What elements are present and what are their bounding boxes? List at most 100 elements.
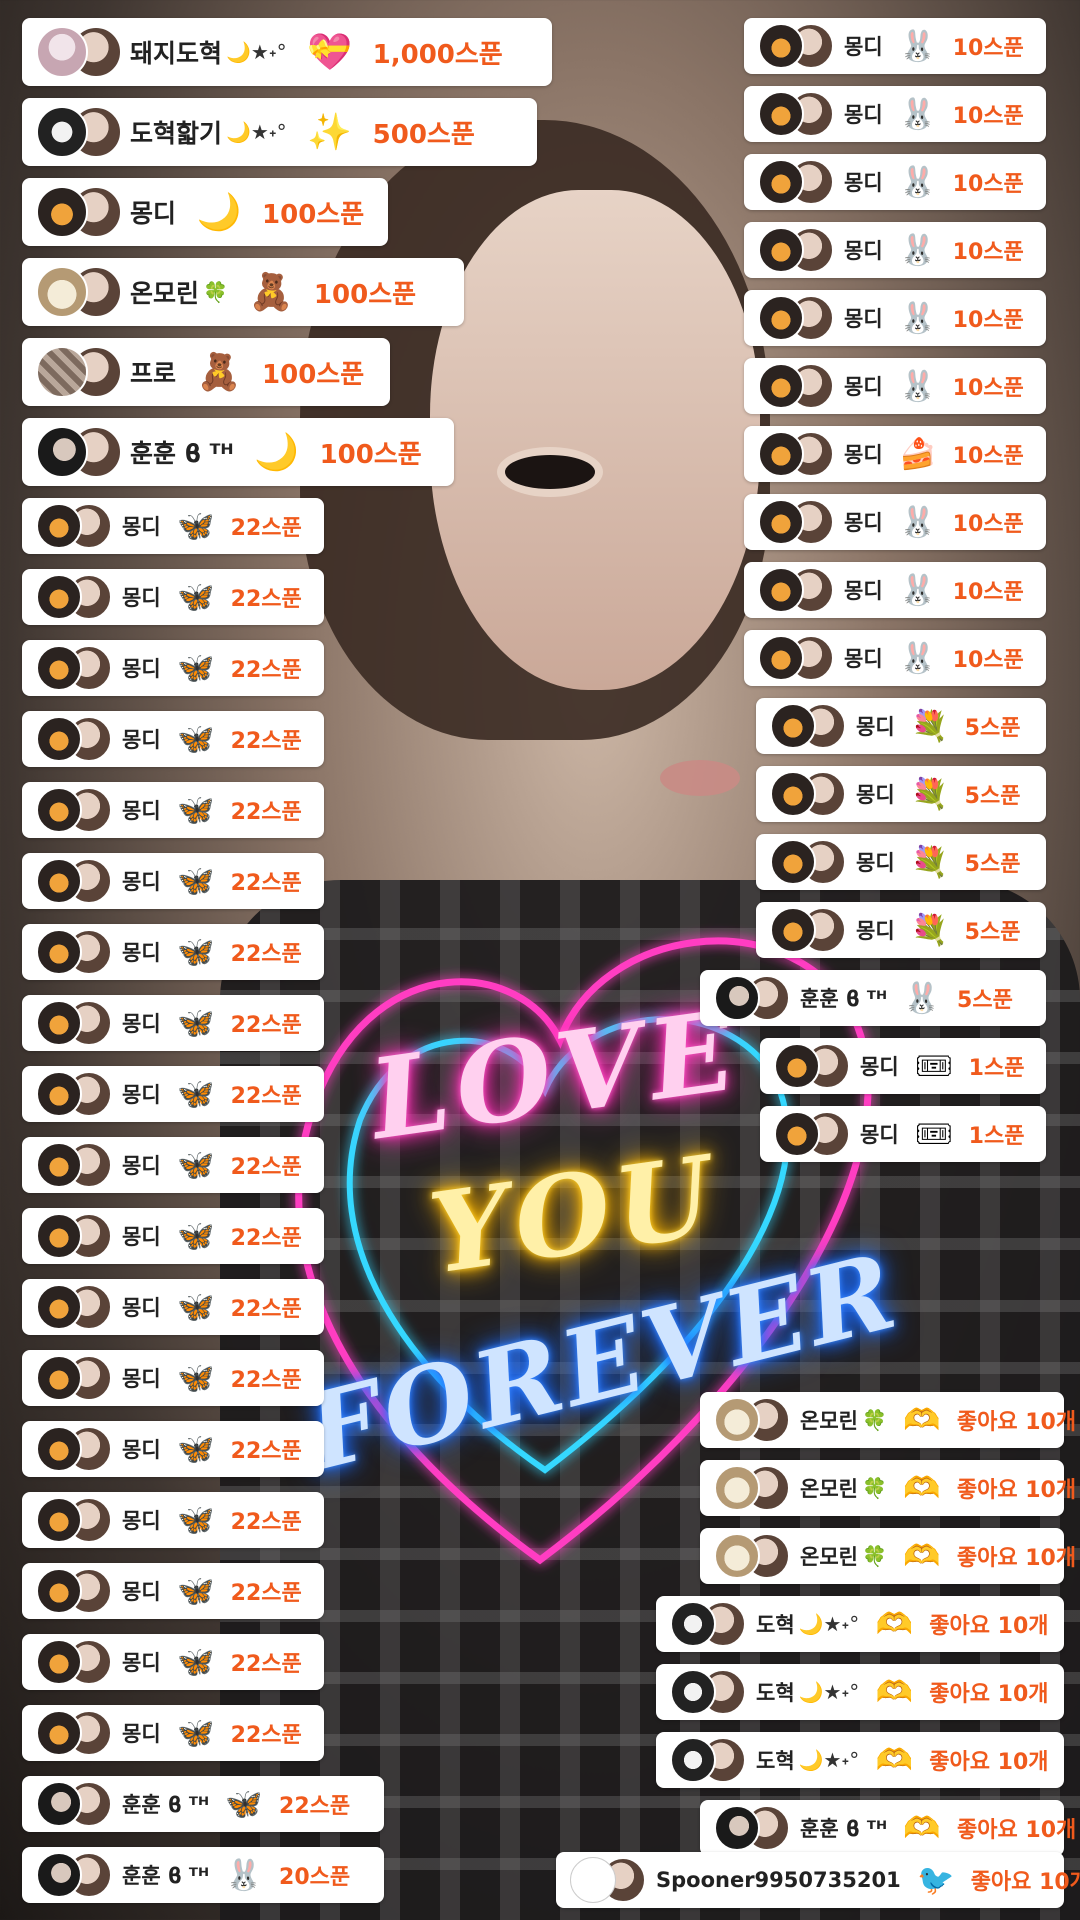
donation-chip[interactable]: 훈훈 ϐ ᵀᴴ 🫶 좋아요 10개 [700,1800,1076,1856]
donation-chip[interactable]: 온모린 🍀 🧸 100스푼 [22,258,464,326]
sender-avatar[interactable] [36,645,82,691]
sender-avatar[interactable] [758,23,804,69]
sender-avatar[interactable] [36,346,88,398]
donation-chip[interactable]: 몽디 🦋 22스푼 [22,1066,324,1122]
donation-chip[interactable]: 몽디 🦋 22스푼 [22,782,324,838]
sender-avatar[interactable] [670,1737,716,1783]
donation-chip[interactable]: 몽디 🌙 100스푼 [22,178,388,246]
donation-chip[interactable]: 몽디 🦋 22스푼 [22,640,324,696]
donation-chip[interactable]: 몽디 🦋 22스푼 [22,995,324,1051]
sender-avatar[interactable] [758,363,804,409]
donation-chip[interactable]: 몽디 🦋 22스푼 [22,569,324,625]
donation-chip[interactable]: 몽디 🦋 22스푼 [22,1279,324,1335]
sender-avatar[interactable] [770,771,816,817]
donation-chip[interactable]: 몽디 🦋 22스푼 [22,1705,324,1761]
donation-chip[interactable]: 도혁 🌙★˖° 🫶 좋아요 10개 [656,1732,1064,1788]
donation-chip[interactable]: 몽디 🦋 22스푼 [22,1421,324,1477]
donation-chip[interactable]: 몽디 🎟 1스푼 [760,1106,1046,1162]
donation-chip[interactable]: 몽디 💐 5스푼 [756,902,1046,958]
sender-avatar[interactable] [758,91,804,137]
sender-avatar[interactable] [758,159,804,205]
sender-avatar[interactable] [36,1355,82,1401]
donation-chip[interactable]: 몽디 🐰 10스푼 [744,154,1046,210]
sender-avatar[interactable] [36,1213,82,1259]
donation-chip[interactable]: 몽디 🐰 10스푼 [744,222,1046,278]
sender-avatar[interactable] [36,1426,82,1472]
sender-avatar[interactable] [714,1465,760,1511]
sender-avatar[interactable] [774,1111,820,1157]
sender-avatar[interactable] [758,431,804,477]
donation-chip[interactable]: 몽디 🍰 10스푼 [744,426,1046,482]
donation-chip[interactable]: 몽디 🦋 22스푼 [22,1137,324,1193]
donation-chip[interactable]: 훈훈 ϐ ᵀᴴ 🐰 20스푼 [22,1847,384,1903]
sender-avatar[interactable] [714,975,760,1021]
sender-avatar[interactable] [36,1852,82,1898]
donation-chip[interactable]: 몽디 🐰 10스푼 [744,290,1046,346]
donation-chip[interactable]: 도혁 🌙★˖° 🫶 좋아요 10개 [656,1664,1064,1720]
donation-chip[interactable]: 훈훈 ϐ ᵀᴴ 🌙 100스푼 [22,418,454,486]
sender-avatar[interactable] [36,1710,82,1756]
sender-avatar[interactable] [770,839,816,885]
donation-chip[interactable]: 몽디 🦋 22스푼 [22,924,324,980]
donation-chip[interactable]: 몽디 🦋 22스푼 [22,1208,324,1264]
sender-avatar[interactable] [36,1781,82,1827]
sender-avatar[interactable] [770,703,816,749]
donation-chip[interactable]: 몽디 🦋 22스푼 [22,853,324,909]
sender-avatar[interactable] [36,574,82,620]
donation-chip[interactable]: 온모린 🍀 🫶 좋아요 10개 [700,1528,1076,1584]
sender-avatar[interactable] [714,1533,760,1579]
donation-chip[interactable]: 몽디 🦋 22스푼 [22,498,324,554]
sender-avatar[interactable] [36,1142,82,1188]
sender-avatar[interactable] [36,858,82,904]
sender-avatar[interactable] [774,1043,820,1089]
sender-avatar[interactable] [36,266,88,318]
sender-avatar[interactable] [714,1805,760,1851]
donation-chip[interactable]: 훈훈 ϐ ᵀᴴ 🦋 22스푼 [22,1776,384,1832]
sender-avatar[interactable] [670,1601,716,1647]
donation-chip[interactable]: 몽디 🐰 10스푼 [744,18,1046,74]
donation-chip[interactable]: 온모린 🍀 🫶 좋아요 10개 [700,1460,1076,1516]
donation-chip[interactable]: 몽디 💐 5스푼 [756,834,1046,890]
sender-avatar[interactable] [714,1397,760,1443]
donation-chip[interactable]: 돼지도혁 🌙★˖° 💝 1,000스푼 [22,18,552,86]
donation-chip[interactable]: 몽디 🦋 22스푼 [22,1634,324,1690]
donation-chip[interactable]: 몽디 🦋 22스푼 [22,1563,324,1619]
sender-avatar[interactable] [758,499,804,545]
donation-chip[interactable]: 몽디 🐰 10스푼 [744,358,1046,414]
donation-chip[interactable]: 몽디 🐰 10스푼 [744,630,1046,686]
donation-chip[interactable]: 몽디 🦋 22스푼 [22,1350,324,1406]
sender-avatar[interactable] [758,635,804,681]
donation-chip[interactable]: 프로 🧸 100스푼 [22,338,390,406]
donation-chip[interactable]: 몽디 💐 5스푼 [756,698,1046,754]
donation-chip[interactable]: 도혁핣기 🌙★˖° ✨ 500스푼 [22,98,537,166]
sender-avatar[interactable] [36,1284,82,1330]
sender-avatar[interactable] [36,106,88,158]
donation-chip[interactable]: 몽디 🐰 10스푼 [744,562,1046,618]
sender-avatar[interactable] [36,1568,82,1614]
sender-avatar[interactable] [758,227,804,273]
donation-chip[interactable]: 몽디 🐰 10스푼 [744,86,1046,142]
donation-chip[interactable]: 몽디 💐 5스푼 [756,766,1046,822]
sender-avatar[interactable] [36,503,82,549]
donation-chip[interactable]: 몽디 🦋 22스푼 [22,711,324,767]
donation-chip[interactable]: 도혁 🌙★˖° 🫶 좋아요 10개 [656,1596,1064,1652]
donation-chip[interactable]: 몽디 🎟 1스푼 [760,1038,1046,1094]
sender-avatar[interactable] [570,1857,616,1903]
sender-avatar[interactable] [36,1497,82,1543]
sender-avatar[interactable] [36,26,88,78]
sender-avatar[interactable] [758,567,804,613]
donation-chip[interactable]: Spooner9950735201 🐦 좋아요 10개 [556,1852,1080,1908]
donation-chip[interactable]: 몽디 🦋 22스푼 [22,1492,324,1548]
sender-avatar[interactable] [36,716,82,762]
sender-avatar[interactable] [36,1000,82,1046]
sender-avatar[interactable] [36,1071,82,1117]
donation-chip[interactable]: 훈훈 ϐ ᵀᴴ 🐰 5스푼 [700,970,1046,1026]
sender-avatar[interactable] [770,907,816,953]
sender-avatar[interactable] [36,186,88,238]
sender-avatar[interactable] [670,1669,716,1715]
donation-chip[interactable]: 온모린 🍀 🫶 좋아요 10개 [700,1392,1076,1448]
sender-avatar[interactable] [758,295,804,341]
sender-avatar[interactable] [36,787,82,833]
sender-avatar[interactable] [36,426,88,478]
donation-chip[interactable]: 몽디 🐰 10스푼 [744,494,1046,550]
